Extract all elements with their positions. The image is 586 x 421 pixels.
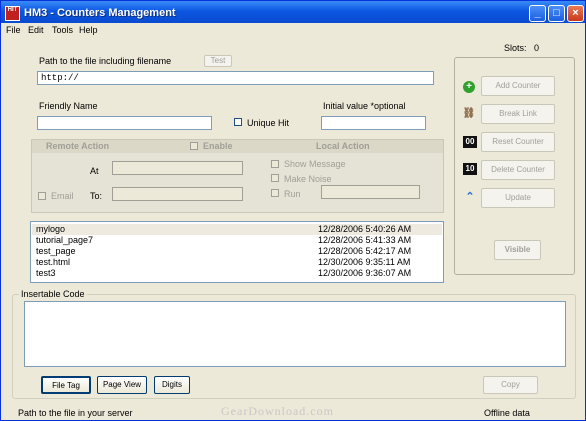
app-window: HIT HM3 - Counters Management _ □ × File… (0, 0, 586, 421)
counter-name: test_page (36, 246, 76, 256)
unique-hit-label: Unique Hit (247, 118, 290, 128)
at-label: At (90, 166, 99, 176)
window-title: HM3 - Counters Management (24, 7, 176, 19)
tab-digits[interactable]: Digits (154, 376, 190, 394)
enable-label: Enable (203, 141, 233, 151)
counter-name: test.html (36, 257, 71, 267)
to-input[interactable] (112, 187, 243, 201)
add-counter-button[interactable]: Add Counter (481, 76, 555, 96)
friendly-name-input[interactable] (37, 116, 212, 130)
counter-date: 12/28/2006 5:42:17 AM (318, 246, 412, 256)
counter-name: tutorial_page7 (36, 235, 94, 245)
plus-icon: + (463, 81, 475, 93)
at-input[interactable] (112, 161, 243, 175)
show-message-label: Show Message (284, 159, 346, 169)
counter-date: 12/30/2006 9:35:11 AM (318, 257, 411, 267)
enable-checkbox[interactable] (190, 142, 198, 150)
copy-button[interactable]: Copy (483, 376, 538, 394)
initial-value-input[interactable] (321, 116, 426, 130)
initial-value-label: Initial value *optional (323, 101, 406, 111)
to-label: To: (90, 191, 103, 201)
list-item[interactable]: mylogo 12/28/2006 5:40:26 AM (32, 224, 442, 235)
test-button[interactable]: Test (204, 55, 232, 67)
menu-edit[interactable]: Edit (28, 25, 44, 35)
friendly-name-label: Friendly Name (39, 101, 98, 111)
maximize-button[interactable]: □ (548, 5, 565, 22)
watermark: GearDownload.com (221, 404, 334, 418)
counter-name: mylogo (36, 224, 66, 234)
reset-counter-button[interactable]: Reset Counter (481, 132, 555, 152)
up-arrows-icon: ⌃ (465, 191, 475, 203)
menu-file[interactable]: File (6, 25, 21, 35)
menu-help[interactable]: Help (79, 25, 98, 35)
path-input[interactable]: http:// (37, 71, 434, 85)
make-noise-checkbox[interactable] (271, 174, 279, 182)
list-item[interactable]: test.html 12/30/2006 9:35:11 AM (32, 257, 442, 268)
insertable-code-title: Insertable Code (19, 289, 87, 299)
list-item[interactable]: tutorial_page7 12/28/2006 5:41:33 AM (32, 235, 442, 246)
status-right: Offline data (484, 408, 530, 418)
menu-tools[interactable]: Tools (52, 25, 73, 35)
tab-page-view[interactable]: Page View (97, 376, 147, 394)
delete-counter-icon: 10 (463, 163, 477, 175)
link-icon: ⛓ (462, 108, 476, 119)
counter-date: 12/30/2006 9:36:07 AM (318, 268, 412, 278)
tab-file-tag[interactable]: File Tag (41, 376, 91, 394)
counter-date: 12/28/2006 5:41:33 AM (318, 235, 412, 245)
list-item[interactable]: test_page 12/28/2006 5:42:17 AM (32, 246, 442, 257)
update-button[interactable]: Update (481, 188, 555, 208)
counters-list[interactable]: mylogo 12/28/2006 5:40:26 AM tutorial_pa… (30, 221, 444, 283)
menu-bar: File Edit Tools Help (1, 23, 585, 37)
email-checkbox[interactable] (38, 192, 46, 200)
slots-value: 0 (534, 43, 540, 53)
list-item[interactable]: test3 12/30/2006 9:36:07 AM (32, 268, 442, 279)
run-input[interactable] (321, 185, 420, 199)
status-left: Path to the file in your server (18, 408, 133, 418)
break-link-button[interactable]: Break Link (481, 104, 555, 124)
run-label: Run (284, 189, 301, 199)
reset-counter-icon: 00 (463, 136, 477, 148)
counter-name: test3 (36, 268, 56, 278)
remote-action-label: Remote Action (46, 141, 110, 151)
unique-hit-checkbox[interactable] (234, 118, 242, 126)
counter-date: 12/28/2006 5:40:26 AM (318, 224, 412, 234)
email-label: Email (51, 191, 74, 201)
app-icon: HIT (5, 6, 20, 21)
minimize-button[interactable]: _ (529, 5, 546, 22)
show-message-checkbox[interactable] (271, 160, 279, 168)
close-button[interactable]: × (567, 5, 584, 22)
run-checkbox[interactable] (271, 189, 279, 197)
visible-button[interactable]: Visible (494, 240, 541, 260)
delete-counter-button[interactable]: Delete Counter (481, 160, 555, 180)
slots-label: Slots: (504, 43, 527, 53)
path-label: Path to the file including filename (39, 56, 172, 66)
make-noise-label: Make Noise (284, 174, 332, 184)
local-action-label: Local Action (316, 141, 370, 151)
insertable-code-textarea[interactable] (24, 301, 566, 367)
